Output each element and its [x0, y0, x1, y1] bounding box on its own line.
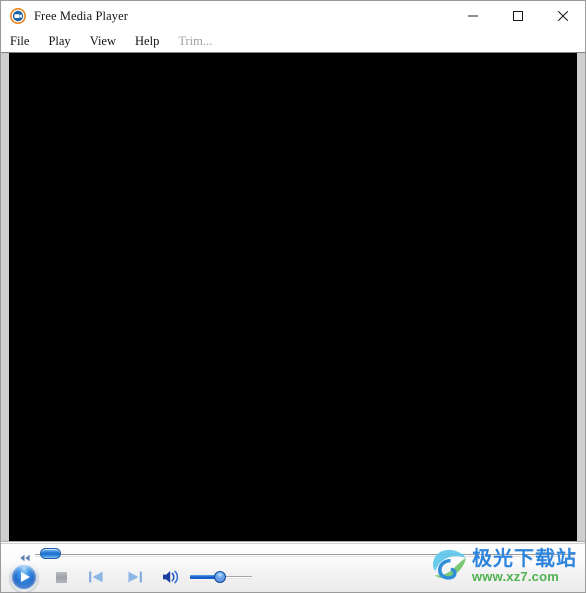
previous-track-icon — [88, 570, 105, 584]
stop-button[interactable] — [56, 571, 67, 583]
rewind-icon[interactable] — [19, 549, 31, 562]
maximize-icon — [512, 10, 524, 22]
menu-item-file[interactable]: File — [8, 31, 38, 52]
seek-thumb[interactable] — [40, 548, 62, 559]
seek-row — [1, 545, 585, 562]
seek-track[interactable] — [35, 554, 575, 557]
transport-buttons — [1, 561, 585, 592]
play-button[interactable] — [9, 562, 39, 592]
menu-item-view[interactable]: View — [88, 31, 125, 52]
playback-control-bar: 极光下载站 www.xz7.com — [1, 541, 585, 592]
minimize-button[interactable] — [450, 1, 495, 31]
volume-button[interactable] — [162, 569, 182, 585]
menu-item-help[interactable]: Help — [133, 31, 168, 52]
media-player-icon — [10, 8, 26, 24]
menu-item-trim: Trim... — [178, 34, 213, 48]
video-surface[interactable] — [9, 53, 577, 541]
window-title: Free Media Player — [34, 8, 129, 23]
minimize-icon — [467, 10, 479, 22]
media-player-window: Free Media Player File Play View Help Tr… — [0, 0, 586, 593]
speaker-icon — [162, 569, 182, 585]
play-icon — [12, 565, 36, 589]
window-controls — [450, 1, 585, 31]
video-stage-frame — [1, 52, 585, 541]
menu-bar: File Play View Help Trim... — [1, 31, 585, 52]
previous-button[interactable] — [88, 570, 105, 584]
maximize-button[interactable] — [495, 1, 540, 31]
volume-slider[interactable] — [190, 570, 252, 584]
next-button[interactable] — [126, 570, 143, 584]
volume-thumb[interactable] — [213, 571, 226, 583]
next-track-icon — [126, 570, 143, 584]
title-bar: Free Media Player — [1, 1, 585, 31]
close-icon — [557, 10, 569, 22]
close-button[interactable] — [540, 1, 585, 31]
menu-item-play[interactable]: Play — [46, 31, 79, 52]
